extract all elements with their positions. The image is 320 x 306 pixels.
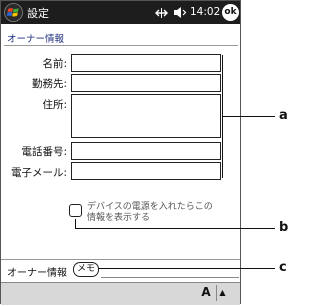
name-label: 名前: xyxy=(42,58,67,70)
clock[interactable]: 14:02 xyxy=(190,6,220,18)
ok-button[interactable]: ok xyxy=(222,4,239,21)
input-selector-arrow-icon[interactable]: ▲ xyxy=(216,285,228,301)
checkbox-label: デバイスの電源を入れたらこの 情報を表示する xyxy=(87,202,213,224)
callout-b-label: b xyxy=(279,220,289,235)
company-label: 勤務先: xyxy=(31,78,67,90)
callout-b-stem xyxy=(75,219,76,228)
address-label: 住所: xyxy=(42,99,67,111)
email-field[interactable] xyxy=(71,162,221,180)
input-panel-button[interactable]: A xyxy=(199,285,213,301)
callout-b-line xyxy=(75,228,275,229)
callout-a-label: a xyxy=(279,108,288,123)
company-field[interactable] xyxy=(71,74,221,92)
callout-c-label: c xyxy=(279,260,287,275)
callout-a-line xyxy=(222,116,275,117)
device-screen: 設定 14:02 ok オーナー情報 名前: 勤務先: 住所: 電話番号: 電子… xyxy=(0,0,241,305)
tab-owner-info[interactable]: オーナー情報 xyxy=(7,264,67,279)
connectivity-icon[interactable] xyxy=(154,7,169,19)
volume-icon[interactable] xyxy=(173,6,187,19)
callout-c-line xyxy=(98,268,275,269)
page-title: オーナー情報 xyxy=(7,34,65,45)
checkbox-label-line1: デバイスの電源を入れたらこの xyxy=(87,202,213,212)
email-label: 電子メール: xyxy=(10,167,67,179)
title-divider xyxy=(4,45,238,46)
tab-strip-rule xyxy=(101,277,239,278)
show-on-power-on-checkbox[interactable] xyxy=(69,204,82,217)
tab-notes[interactable]: メモ xyxy=(73,262,99,277)
window-title: 設定 xyxy=(27,7,49,20)
checkbox-label-line2: 情報を表示する xyxy=(87,213,151,223)
start-menu-icon[interactable] xyxy=(4,3,23,22)
address-field[interactable] xyxy=(71,94,221,138)
phone-field[interactable] xyxy=(71,142,221,160)
phone-label: 電話番号: xyxy=(21,146,67,158)
name-field[interactable] xyxy=(71,54,221,72)
title-bar: 設定 14:02 ok xyxy=(1,1,240,24)
